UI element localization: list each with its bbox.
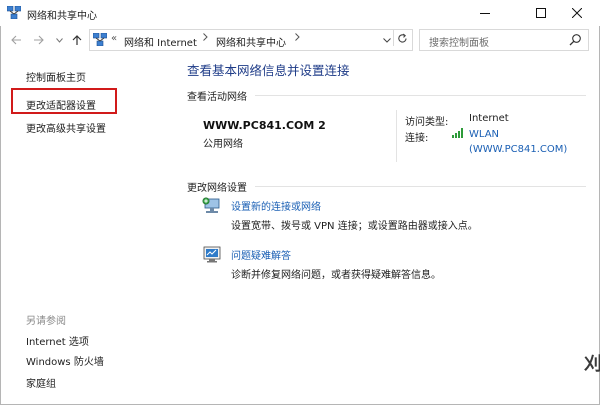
new-connection-icon bbox=[202, 197, 220, 213]
section-divider bbox=[255, 95, 586, 96]
wlan-connection-ssid-link[interactable]: (WWW.PC841.COM) bbox=[469, 144, 567, 155]
recent-locations-button[interactable] bbox=[51, 32, 67, 48]
control-panel-home-link[interactable]: 控制面板主页 bbox=[26, 69, 86, 84]
up-arrow-icon bbox=[72, 34, 82, 45]
maximize-icon bbox=[536, 8, 546, 18]
access-type-value: Internet bbox=[469, 113, 509, 124]
network-name: WWW.PC841.COM 2 bbox=[203, 119, 326, 132]
network-type-link[interactable]: 公用网络 bbox=[203, 135, 243, 150]
title-bar: 网络和共享中心 bbox=[0, 0, 600, 26]
page-title: 查看基本网络信息并设置连接 bbox=[187, 63, 350, 78]
breadcrumb-sharing-center[interactable]: 网络和共享中心 bbox=[216, 34, 286, 49]
internet-options-link[interactable]: Internet 选项 bbox=[26, 333, 89, 348]
change-advanced-sharing-link[interactable]: 更改高级共享设置 bbox=[26, 120, 106, 135]
control-panel-icon bbox=[93, 33, 107, 46]
troubleshoot-problems-description: 诊断并修复网络问题，或者获得疑难解答信息。 bbox=[231, 270, 441, 281]
active-networks-label: 查看活动网络 bbox=[187, 92, 247, 103]
change-network-settings-label: 更改网络设置 bbox=[187, 183, 247, 194]
see-also-heading: 另请参阅 bbox=[26, 316, 66, 327]
network-center-icon bbox=[7, 6, 21, 19]
windows-firewall-link[interactable]: Windows 防火墙 bbox=[26, 353, 104, 368]
minimize-button[interactable] bbox=[462, 0, 508, 26]
forward-button[interactable] bbox=[30, 32, 46, 48]
wifi-signal-icon bbox=[452, 128, 463, 138]
refresh-icon bbox=[397, 33, 407, 43]
window-title: 网络和共享中心 bbox=[27, 11, 97, 22]
breadcrumb-overflow[interactable]: « bbox=[111, 33, 117, 44]
troubleshoot-icon bbox=[203, 246, 221, 263]
breadcrumb-network-internet[interactable]: 网络和 Internet bbox=[124, 34, 197, 49]
troubleshoot-problems-link[interactable]: 问题疑难解答 bbox=[231, 247, 291, 262]
vertical-divider bbox=[396, 110, 397, 162]
breadcrumb-separator bbox=[295, 33, 300, 44]
refresh-button[interactable] bbox=[393, 30, 410, 46]
back-arrow-icon bbox=[10, 35, 21, 45]
chevron-down-icon bbox=[383, 37, 391, 43]
search-input[interactable]: 搜索控制面板 bbox=[429, 34, 489, 49]
section-divider bbox=[255, 186, 586, 187]
minimize-icon bbox=[480, 13, 490, 14]
chevron-right-icon bbox=[295, 33, 300, 41]
address-bar[interactable]: « 网络和 Internet 网络和共享中心 bbox=[89, 29, 413, 51]
homegroup-link[interactable]: 家庭组 bbox=[26, 375, 56, 390]
search-icon[interactable] bbox=[569, 33, 582, 46]
back-button[interactable] bbox=[8, 32, 24, 48]
chevron-down-icon bbox=[55, 37, 63, 43]
search-box[interactable]: 搜索控制面板 bbox=[419, 29, 589, 51]
setup-new-connection-link[interactable]: 设置新的连接或网络 bbox=[231, 198, 321, 213]
forward-arrow-icon bbox=[33, 35, 44, 45]
access-type-label: 访问类型: bbox=[405, 117, 449, 128]
connections-label: 连接: bbox=[405, 133, 429, 144]
address-history-button[interactable] bbox=[380, 30, 394, 50]
close-button[interactable] bbox=[554, 0, 600, 26]
watermark-logo: 刈 bbox=[584, 354, 600, 375]
breadcrumb-separator bbox=[203, 33, 208, 44]
close-icon bbox=[572, 8, 582, 18]
change-adapter-settings-link[interactable]: 更改适配器设置 bbox=[26, 97, 96, 112]
chevron-right-icon bbox=[203, 33, 208, 41]
up-button[interactable] bbox=[69, 32, 85, 48]
setup-new-connection-description: 设置宽带、拨号或 VPN 连接；或设置路由器或接入点。 bbox=[231, 221, 478, 232]
navigation-bar: « 网络和 Internet 网络和共享中心 搜索控制面板 bbox=[0, 27, 600, 55]
wlan-connection-link[interactable]: WLAN bbox=[469, 129, 499, 140]
